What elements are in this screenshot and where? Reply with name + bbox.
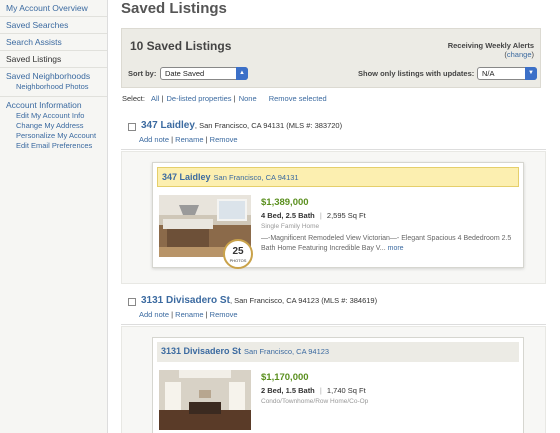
beds-separator: | <box>319 386 322 395</box>
add-note-link[interactable]: Add note <box>139 135 169 144</box>
listing-header: 3131 Divisadero St, San Francisco, CA 94… <box>121 291 546 325</box>
listing-actions: Add note | Rename | Remove <box>139 135 238 144</box>
photo-count: 25 <box>232 246 244 257</box>
listing-card: 3131 Divisadero St San Francisco, CA 9412… <box>152 337 524 433</box>
action-separator: | <box>205 135 208 144</box>
beds-separator: | <box>319 211 322 220</box>
select-none-link[interactable]: None <box>239 94 257 103</box>
listing-photo[interactable] <box>159 370 251 430</box>
sidebar-item-change-address[interactable]: Change My Address <box>0 121 107 131</box>
listing-title: 347 Laidley, San Francisco, CA 94131 (ML… <box>141 120 342 131</box>
remove-selected-link[interactable]: Remove selected <box>269 94 327 103</box>
listing-price: $1,170,000 <box>261 372 309 383</box>
action-separator: | <box>171 310 174 319</box>
alerts-status: Receiving Weekly Alerts (change) <box>448 41 534 59</box>
remove-link[interactable]: Remove <box>210 135 238 144</box>
remove-link[interactable]: Remove <box>210 310 238 319</box>
listing-card-area: 347 LaidleySan Francisco, CA 94131 25 P <box>121 151 546 284</box>
sqft-value: 1,740 Sq Ft <box>326 386 366 395</box>
more-link[interactable]: more <box>388 245 404 252</box>
sidebar-item-neighborhood-photos[interactable]: Neighborhood Photos <box>0 82 107 92</box>
sort-label: Sort by: <box>128 69 157 78</box>
listing-name-link[interactable]: 347 Laidley <box>141 120 195 131</box>
property-type: Single Family Home <box>261 223 320 230</box>
photo-count-label: PHOTOS <box>229 258 247 263</box>
listing-actions: Add note | Rename | Remove <box>139 310 238 319</box>
show-only-select[interactable]: N/A ▼ <box>477 67 537 80</box>
sort-dropdown-icon: ▲ <box>236 67 248 80</box>
rename-link[interactable]: Rename <box>175 310 203 319</box>
card-title-bar: 3131 Divisadero St San Francisco, CA 9412… <box>157 342 519 362</box>
beds-baths-value: 2 Bed, 1.5 Bath <box>261 386 315 395</box>
listing-price: $1,389,000 <box>261 197 309 208</box>
sort-select-value: Date Saved <box>165 69 205 78</box>
show-only-dropdown-icon: ▼ <box>525 67 537 80</box>
change-alerts-link[interactable]: change <box>507 50 532 59</box>
main-content: Saved Listings 10 Saved Listings Receivi… <box>116 0 560 433</box>
card-listing-name[interactable]: 3131 Divisadero St <box>161 346 241 356</box>
card-listing-address: San Francisco, CA 94123 <box>244 347 330 356</box>
listing-name-link[interactable]: 3131 Divisadero St <box>141 295 230 306</box>
show-only-select-value: N/A <box>482 69 495 78</box>
change-alerts: (change) <box>504 50 534 59</box>
action-separator: | <box>205 310 208 319</box>
rename-link[interactable]: Rename <box>175 135 203 144</box>
card-listing-address: San Francisco, CA 94131 <box>213 173 299 182</box>
listing-header: 347 Laidley, San Francisco, CA 94131 (ML… <box>121 116 546 150</box>
property-type: Condo/Townhome/Row Home/Co-Op <box>261 398 369 405</box>
select-delisted-link[interactable]: De-listed properties <box>167 94 232 103</box>
separator-text: | <box>233 94 236 103</box>
sidebar-group-account: Account Information Edit My Account Info… <box>0 97 107 155</box>
separator-text: | <box>161 94 164 103</box>
listing-beds-baths: 4 Bed, 2.5 Bath | 2,595 Sq Ft <box>261 211 366 220</box>
sidebar-item-search-assists[interactable]: Search Assists <box>0 34 107 51</box>
add-note-link[interactable]: Add note <box>139 310 169 319</box>
selection-controls: Select: All | De-listed properties | Non… <box>122 94 327 103</box>
sidebar-item-account-overview[interactable]: My Account Overview <box>0 0 107 17</box>
sidebar-item-account-information[interactable]: Account Information <box>0 100 107 111</box>
sidebar-item-saved-searches[interactable]: Saved Searches <box>0 17 107 34</box>
select-label: Select: <box>122 94 145 103</box>
listing-address: , San Francisco, CA 94131 (MLS #: 383720… <box>194 121 343 130</box>
action-separator: | <box>171 135 174 144</box>
sqft-value: 2,595 Sq Ft <box>326 211 366 220</box>
listing-description: —-Magnificent Remodeled View Victorian—-… <box>261 234 523 254</box>
photo-count-badge[interactable]: 25 PHOTOS <box>223 239 253 269</box>
listings-header: 10 Saved Listings Receiving Weekly Alert… <box>121 28 541 88</box>
sidebar-item-email-preferences[interactable]: Edit Email Preferences <box>0 141 107 151</box>
description-text: —-Magnificent Remodeled View Victorian—-… <box>261 235 512 252</box>
alerts-label: Receiving Weekly Alerts <box>447 41 534 50</box>
listing-card-area: 3131 Divisadero St San Francisco, CA 9412… <box>121 326 546 433</box>
sort-select[interactable]: Date Saved ▲ <box>160 67 248 80</box>
account-sidebar: My Account Overview Saved Searches Searc… <box>0 0 108 433</box>
card-title-bar: 347 Laidley San Francisco, CA 94131 <box>157 167 519 187</box>
sidebar-item-saved-listings[interactable]: Saved Listings <box>0 51 107 68</box>
listing-beds-baths: 2 Bed, 1.5 Bath | 1,740 Sq Ft <box>261 386 366 395</box>
select-all-link[interactable]: All <box>151 94 159 103</box>
listing-checkbox[interactable] <box>128 298 136 306</box>
listing-checkbox[interactable] <box>128 123 136 131</box>
sidebar-group-neighborhoods: Saved Neighborhoods Neighborhood Photos <box>0 68 107 97</box>
sidebar-item-saved-neighborhoods[interactable]: Saved Neighborhoods <box>0 71 107 82</box>
listing-address: , San Francisco, CA 94123 (MLS #: 384619… <box>229 296 378 305</box>
page-title: Saved Listings <box>121 0 227 17</box>
listing-title: 3131 Divisadero St, San Francisco, CA 94… <box>141 295 377 306</box>
listings-count-title: 10 Saved Listings <box>130 39 232 53</box>
interior-photo-image <box>159 370 251 430</box>
show-only-label: Show only listings with updates: <box>358 69 475 78</box>
card-listing-name[interactable]: 347 Laidley <box>162 172 211 182</box>
beds-baths-value: 4 Bed, 2.5 Bath <box>261 211 315 220</box>
sidebar-item-personalize-account[interactable]: Personalize My Account <box>0 131 107 141</box>
sidebar-item-edit-account-info[interactable]: Edit My Account Info <box>0 111 107 121</box>
listing-card: 347 LaidleySan Francisco, CA 94131 25 P <box>152 162 524 269</box>
